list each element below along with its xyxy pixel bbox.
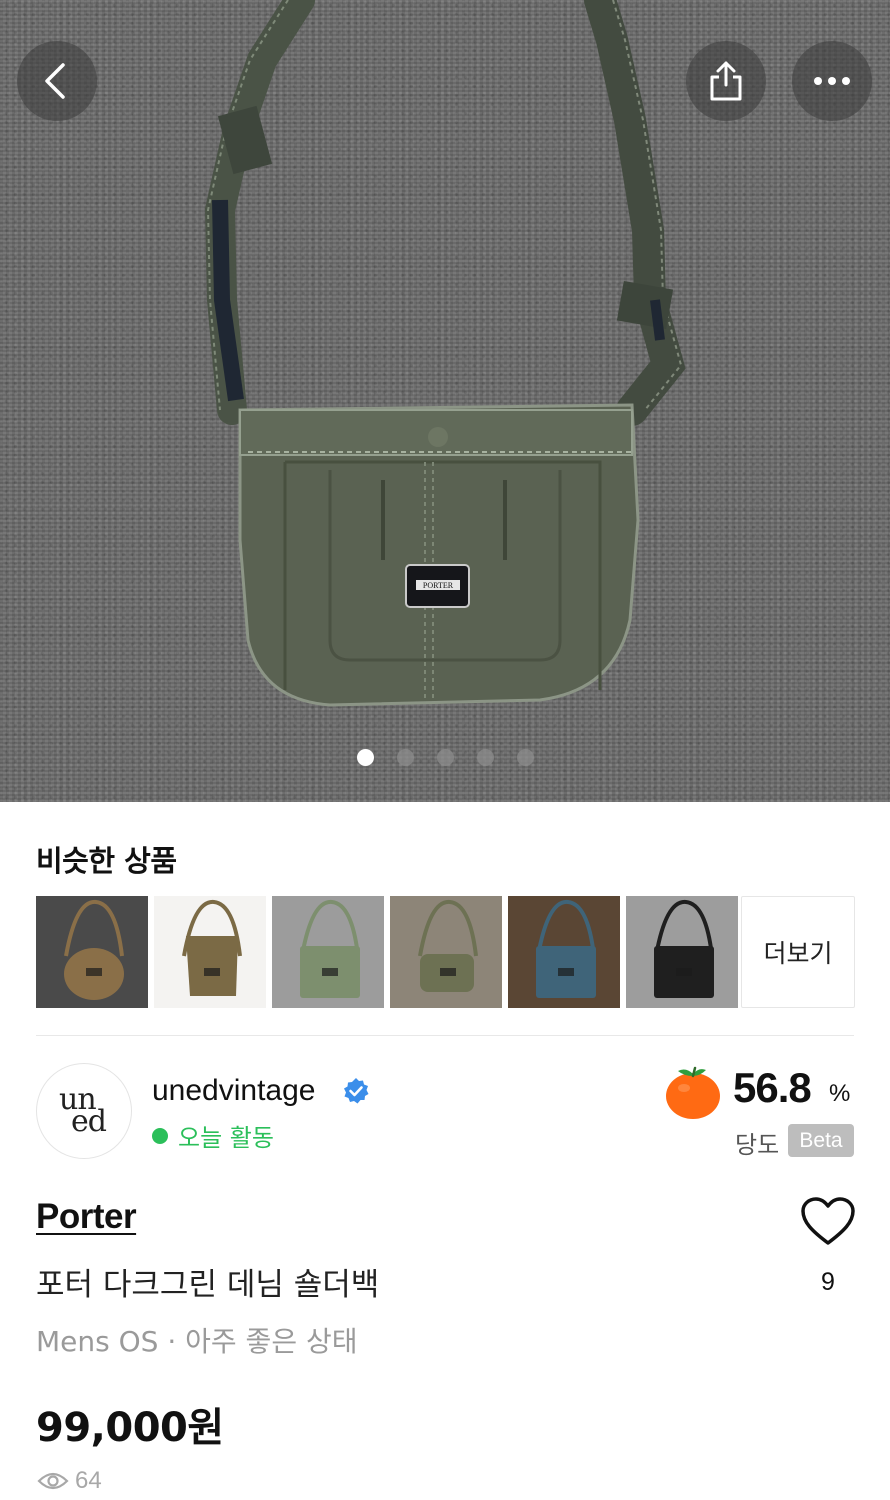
carousel-dot[interactable] [437, 749, 454, 766]
share-button[interactable] [686, 41, 766, 121]
similar-product-image [300, 900, 360, 998]
similar-product-thumbnail[interactable] [626, 896, 738, 1008]
like-count: 9 [821, 1268, 835, 1296]
online-dot-icon [152, 1127, 168, 1144]
share-icon [710, 61, 742, 101]
activity-status: 오늘 활동 [152, 1118, 274, 1153]
view-count-value: 64 [75, 1467, 102, 1494]
similar-product-image [536, 900, 596, 998]
divider [36, 1035, 854, 1036]
heart-icon [801, 1197, 855, 1245]
product-title: 포터 다크그린 데님 숄더백 [36, 1267, 380, 1303]
seller-name[interactable]: unedvintage [152, 1074, 315, 1108]
more-options-button[interactable] [792, 41, 872, 121]
product-image-carousel[interactable]: PORTER [0, 0, 890, 802]
carousel-indicator [0, 749, 890, 767]
similar-products-title: 비슷한 상품 [36, 844, 177, 878]
sweetness-label: 당도 [735, 1131, 780, 1159]
like-button[interactable] [800, 1196, 856, 1248]
product-photo: PORTER [204, 0, 686, 707]
eye-icon [37, 1472, 69, 1490]
see-more-button[interactable]: 더보기 [741, 896, 855, 1008]
carousel-dot[interactable] [397, 749, 414, 766]
similar-product-thumbnail[interactable] [508, 896, 620, 1008]
similar-product-thumbnail[interactable] [154, 896, 266, 1008]
svg-text:PORTER: PORTER [423, 581, 454, 590]
carousel-dot[interactable] [517, 749, 534, 766]
more-horizontal-icon [814, 77, 850, 85]
carousel-dot[interactable] [357, 749, 374, 766]
similar-product-thumbnail[interactable] [390, 896, 502, 1008]
product-size-condition: Mens OS · 아주 좋은 상태 [36, 1325, 358, 1358]
avatar-logo-line2: ed [71, 1104, 107, 1139]
activity-status-label: 오늘 활동 [178, 1124, 274, 1152]
similar-product-image [182, 900, 242, 996]
seller-avatar[interactable]: un ed [36, 1063, 132, 1159]
verified-badge-icon [344, 1078, 369, 1104]
similar-product-thumbnail[interactable] [272, 896, 384, 1008]
similar-product-thumbnail[interactable] [36, 896, 148, 1008]
similar-product-image [64, 900, 124, 1000]
view-count: 64 [37, 1467, 102, 1495]
beta-badge: Beta [788, 1124, 854, 1157]
carousel-dot[interactable] [477, 749, 494, 766]
back-button[interactable] [17, 41, 97, 121]
product-price: 99,000원 [36, 1405, 224, 1451]
persimmon-icon [666, 1066, 720, 1119]
similar-product-image [418, 900, 478, 992]
sweetness-score: 56.8 [733, 1064, 812, 1111]
sweetness-unit: % [829, 1080, 851, 1107]
chevron-left-icon [45, 63, 65, 99]
brand-link[interactable]: Porter [36, 1197, 137, 1237]
similar-product-image [654, 900, 714, 998]
